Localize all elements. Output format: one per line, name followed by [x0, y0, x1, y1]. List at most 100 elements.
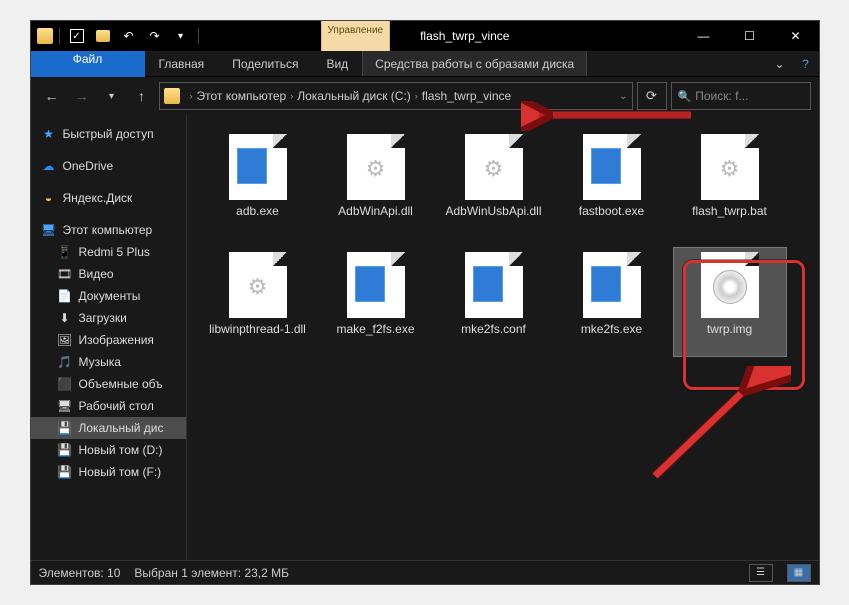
sidebar-item[interactable]: 📱Redmi 5 Plus [31, 241, 186, 263]
separator [198, 28, 199, 44]
up-button[interactable]: ↑ [129, 83, 155, 109]
star-icon: ★ [41, 126, 57, 142]
back-button[interactable]: ← [39, 83, 65, 109]
search-placeholder: Поиск: f... [695, 89, 748, 103]
status-bar: Элементов: 10 Выбран 1 элемент: 23,2 МБ … [31, 560, 819, 584]
file-item[interactable]: fastboot.exe [555, 129, 669, 239]
qat-properties[interactable]: ✓ [66, 25, 88, 47]
sidebar-item[interactable]: 🎵Музыка [31, 351, 186, 373]
sidebar-item[interactable]: 💾 Новый том (F:) [31, 461, 186, 483]
maximize-button[interactable]: ☐ [727, 21, 773, 51]
sidebar-yandex-disk[interactable]: ◒Яндекс.Диск [31, 187, 186, 209]
file-item[interactable]: adb.exe [201, 129, 315, 239]
qat-undo-icon[interactable]: ↶ [118, 25, 140, 47]
qat-redo-icon[interactable]: ↷ [144, 25, 166, 47]
pc-icon: 🖥 [41, 222, 57, 238]
view-large-icons-button[interactable]: ▦ [787, 564, 811, 582]
file-thumbnail: ⚙ [465, 134, 523, 200]
sidebar-item-label: Рабочий стол [79, 399, 154, 413]
separator [59, 28, 60, 44]
sidebar-item-icon: 🎞 [57, 266, 73, 282]
sidebar-item-label: Новый том (D:) [79, 443, 163, 457]
file-item[interactable]: mke2fs.exe [555, 247, 669, 357]
sidebar-item-icon: 💾 [57, 464, 73, 480]
explorer-window: ✓ ↶ ↷ ▾ Управление flash_twrp_vince ― ☐ … [30, 20, 820, 585]
file-item[interactable]: twrp.img [673, 247, 787, 357]
recent-locations-icon[interactable]: ▾ [99, 83, 125, 109]
help-icon[interactable]: ? [793, 51, 819, 76]
file-label: twrp.img [707, 322, 752, 336]
contextual-tab-manage[interactable]: Управление [321, 21, 391, 51]
file-item[interactable]: ⚙ flash_twrp.bat [673, 129, 787, 239]
sidebar-item-label: Яндекс.Диск [63, 191, 133, 205]
status-selection: Выбран 1 элемент: 23,2 МБ [134, 566, 289, 580]
sidebar-item-icon: ⬇ [57, 310, 73, 326]
sidebar-item-label: Объемные объ [79, 377, 163, 391]
sidebar-quick-access[interactable]: ★ Быстрый доступ [31, 123, 186, 145]
sidebar-item-label: Локальный дис [79, 421, 164, 435]
file-label: AdbWinApi.dll [338, 204, 413, 218]
sidebar-item[interactable]: ⬇ Загрузки [31, 307, 186, 329]
sidebar-item-label: Redmi 5 Plus [79, 245, 150, 259]
file-list[interactable]: adb.exe ⚙ AdbWinApi.dll ⚙AdbWinUsbApi.dll fa… [187, 115, 819, 560]
address-bar-row: ← → ▾ ↑ › Этот компьютер › Локальный дис… [31, 77, 819, 115]
ribbon-home-tab[interactable]: Главная [145, 51, 219, 76]
address-dropdown-icon[interactable]: ⌄ [619, 91, 627, 102]
refresh-button[interactable]: ⟳ [637, 82, 667, 110]
file-thumbnail: ⚙ [347, 134, 405, 200]
sidebar-item[interactable]: 📄Документы [31, 285, 186, 307]
file-item[interactable]: ⚙libwinpthread-1.dll [201, 247, 315, 357]
breadcrumb-root[interactable]: Этот компьютер [197, 89, 287, 103]
file-label: mke2fs.exe [581, 322, 642, 336]
manage-label: Управление [328, 25, 384, 39]
ribbon-expand-icon[interactable]: ⌄ [767, 51, 793, 76]
sidebar-item-label: Загрузки [79, 311, 127, 325]
sidebar-item-label: Изображения [79, 333, 154, 347]
file-label: fastboot.exe [579, 204, 644, 218]
address-bar[interactable]: › Этот компьютер › Локальный диск (C:) ›… [159, 82, 633, 110]
sidebar-item-label: Новый том (F:) [79, 465, 162, 479]
sidebar-item[interactable]: 🖼Изображения [31, 329, 186, 351]
ribbon-share-tab[interactable]: Поделиться [218, 51, 312, 76]
sidebar-item-label: Видео [79, 267, 114, 281]
breadcrumb-folder[interactable]: flash_twrp_vince [422, 89, 511, 103]
file-thumbnail [229, 134, 287, 200]
file-item[interactable]: mke2fs.conf [437, 247, 551, 357]
file-label: flash_twrp.bat [692, 204, 767, 218]
breadcrumb-drive[interactable]: Локальный диск (C:) [297, 89, 411, 103]
sidebar-item[interactable]: 💾 Локальный дис [31, 417, 186, 439]
search-box[interactable]: 🔍 Поиск: f... [671, 82, 811, 110]
window-title: flash_twrp_vince [420, 29, 680, 43]
file-thumbnail: ⚙ [229, 252, 287, 318]
file-item[interactable]: ⚙AdbWinUsbApi.dll [437, 129, 551, 239]
qat-dropdown-icon[interactable]: ▾ [170, 25, 192, 47]
file-label: adb.exe [236, 204, 279, 218]
sidebar-onedrive[interactable]: ☁OneDrive [31, 155, 186, 177]
sidebar-item[interactable]: 🎞 Видео [31, 263, 186, 285]
file-label: mke2fs.conf [461, 322, 526, 336]
ribbon-disk-tools-tab[interactable]: Средства работы с образами диска [362, 51, 587, 76]
sidebar-item[interactable]: 🖥Рабочий стол [31, 395, 186, 417]
app-icon [37, 28, 53, 44]
sidebar-item[interactable]: 💾Новый том (D:) [31, 439, 186, 461]
quick-access-toolbar: ✓ ↶ ↷ ▾ [31, 25, 201, 47]
file-label: make_f2fs.exe [336, 322, 414, 336]
file-item[interactable]: make_f2fs.exe [319, 247, 433, 357]
close-button[interactable]: ✕ [773, 21, 819, 51]
view-details-button[interactable]: ☰ [749, 564, 773, 582]
forward-button[interactable]: → [69, 83, 95, 109]
sidebar-item-label: Этот компьютер [63, 223, 153, 237]
sidebar-this-pc[interactable]: 🖥 Этот компьютер [31, 219, 186, 241]
folder-icon [164, 88, 180, 104]
sidebar-item-icon: 📄 [57, 288, 73, 304]
file-item[interactable]: ⚙ AdbWinApi.dll [319, 129, 433, 239]
file-thumbnail: ⚙ [701, 134, 759, 200]
navigation-pane[interactable]: ★ Быстрый доступ ☁OneDrive ◒Яндекс.Диск 🖥… [31, 115, 187, 560]
qat-new-folder[interactable] [92, 25, 114, 47]
ribbon-view-tab[interactable]: Вид [312, 51, 362, 76]
status-count: Элементов: 10 [39, 566, 121, 580]
sidebar-item[interactable]: ⬛Объемные объ [31, 373, 186, 395]
sidebar-item-label: Быстрый доступ [63, 127, 154, 141]
minimize-button[interactable]: ― [681, 21, 727, 51]
sidebar-item-icon: 💾 [57, 420, 73, 436]
